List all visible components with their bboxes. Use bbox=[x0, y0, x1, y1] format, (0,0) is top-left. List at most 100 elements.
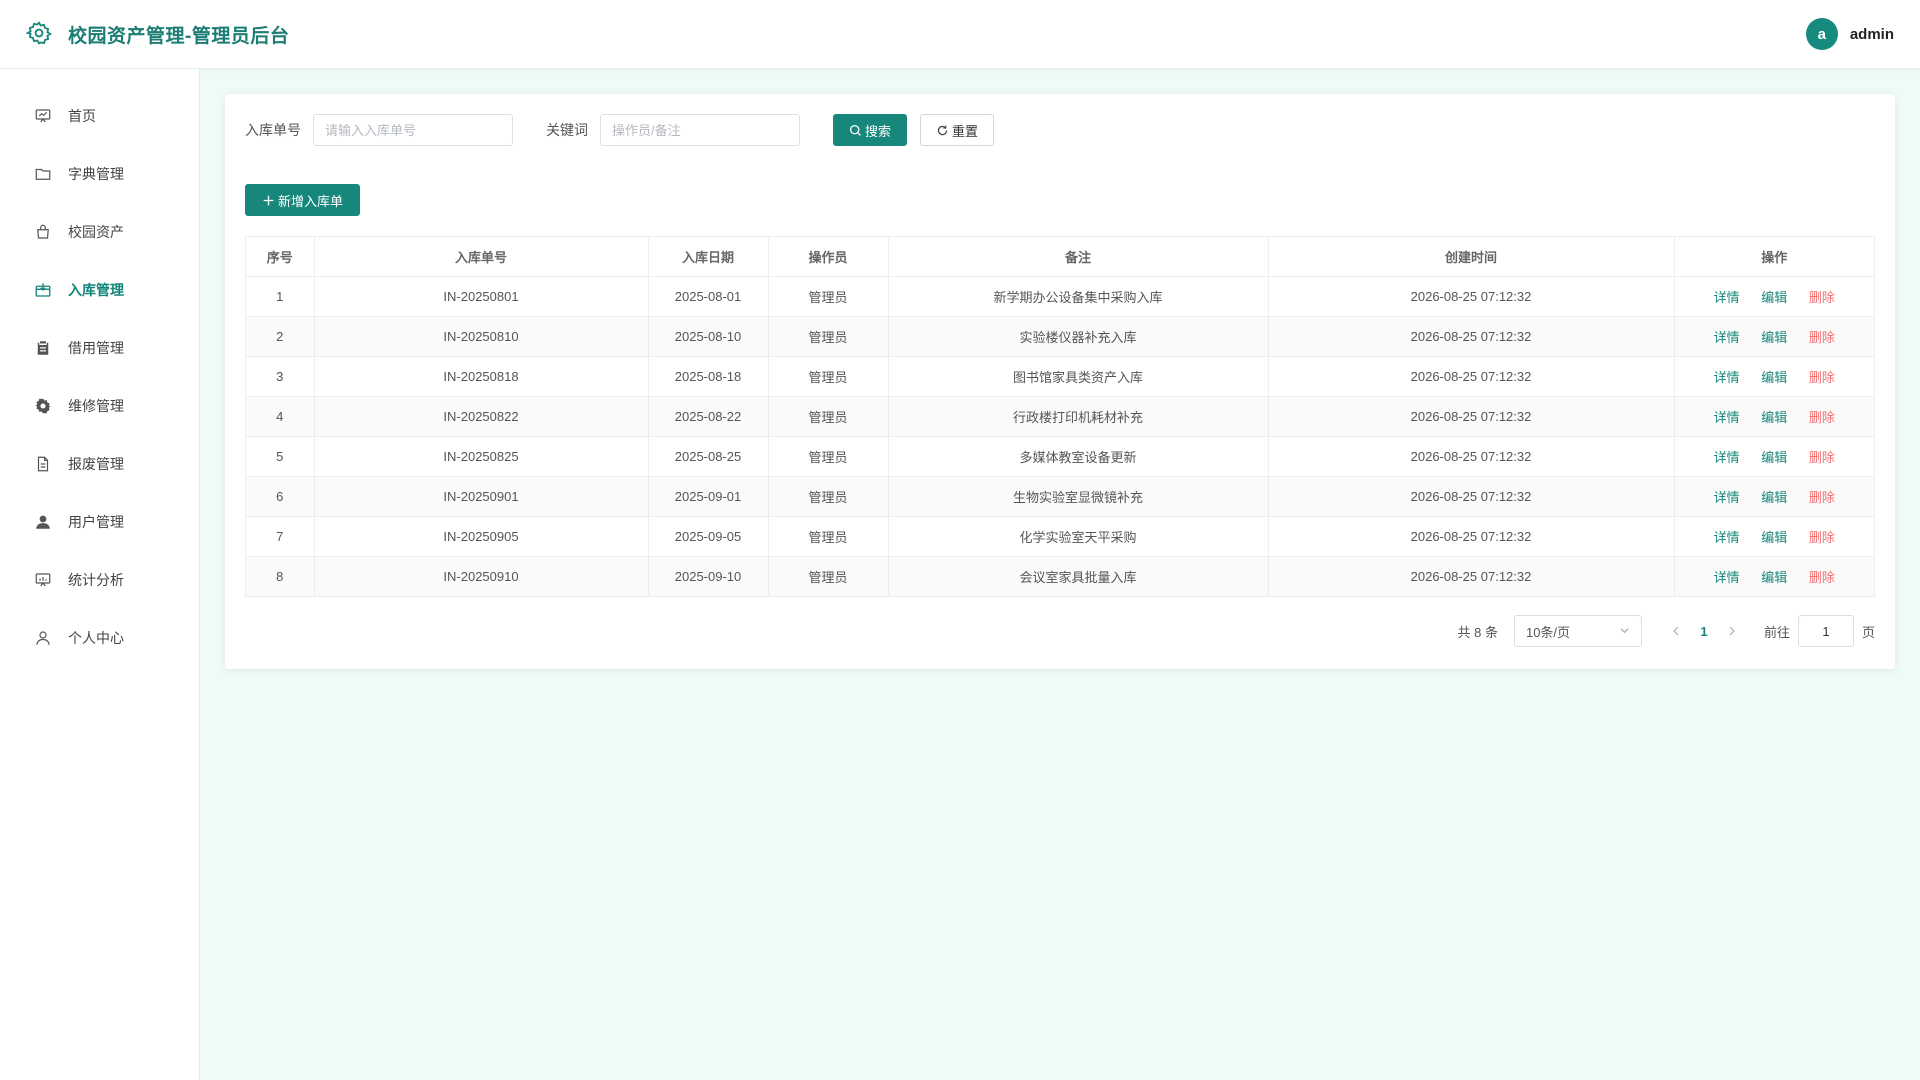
detail-link[interactable]: 详情 bbox=[1714, 330, 1740, 345]
cell-actions: 详情 编辑 删除 bbox=[1674, 396, 1874, 437]
cell-order-number: IN-20250901 bbox=[314, 476, 649, 517]
cell-index: 7 bbox=[246, 516, 315, 557]
cell-order-number: IN-20250905 bbox=[314, 516, 649, 557]
edit-link[interactable]: 编辑 bbox=[1761, 370, 1787, 385]
search-button[interactable]: 搜索 bbox=[833, 114, 908, 146]
table-row: 6 IN-20250901 2025-09-01 管理员 生物实验室显微镜补充 … bbox=[246, 476, 1874, 517]
cell-created-time: 2026-08-25 07:12:32 bbox=[1268, 396, 1675, 437]
sidebar-item-users[interactable]: 用户管理 bbox=[0, 493, 199, 551]
sidebar-item-assets[interactable]: 校园资产 bbox=[0, 203, 199, 261]
sidebar-item-borrow[interactable]: 借用管理 bbox=[0, 319, 199, 377]
detail-link[interactable]: 详情 bbox=[1714, 490, 1740, 505]
keyword-input[interactable] bbox=[600, 114, 800, 146]
detail-link[interactable]: 详情 bbox=[1714, 530, 1740, 545]
cell-order-number: IN-20250910 bbox=[314, 556, 649, 596]
refresh-icon bbox=[937, 125, 948, 135]
delete-link[interactable]: 删除 bbox=[1809, 490, 1835, 505]
sidebar-item-home[interactable]: 首页 bbox=[0, 87, 199, 145]
add-inbound-button[interactable]: 新增入库单 bbox=[245, 184, 361, 216]
edit-link[interactable]: 编辑 bbox=[1761, 410, 1787, 425]
sidebar-item-profile[interactable]: 个人中心 bbox=[0, 609, 199, 667]
keyword-label: 关键词 bbox=[546, 122, 588, 138]
column-header-created-time: 创建时间 bbox=[1268, 237, 1675, 277]
sidebar-item-label: 借用管理 bbox=[68, 340, 124, 356]
sidebar-item-scrap[interactable]: 报废管理 bbox=[0, 435, 199, 493]
pagination-total: 共 8 条 bbox=[1457, 624, 1498, 640]
delete-link[interactable]: 删除 bbox=[1809, 530, 1835, 545]
next-page-button[interactable] bbox=[1720, 626, 1744, 636]
cell-actions: 详情 编辑 删除 bbox=[1674, 516, 1874, 557]
delete-link[interactable]: 删除 bbox=[1809, 570, 1835, 585]
sidebar-item-label: 个人中心 bbox=[68, 630, 124, 646]
cell-date: 2025-08-25 bbox=[648, 436, 769, 477]
edit-link[interactable]: 编辑 bbox=[1761, 450, 1787, 465]
table-row: 1 IN-20250801 2025-08-01 管理员 新学期办公设备集中采购… bbox=[246, 276, 1874, 317]
cell-operator: 管理员 bbox=[768, 276, 889, 317]
column-header-date: 入库日期 bbox=[648, 237, 769, 277]
cell-actions: 详情 编辑 删除 bbox=[1674, 476, 1874, 517]
chevron-left-icon bbox=[1672, 626, 1679, 636]
delete-link[interactable]: 删除 bbox=[1809, 410, 1835, 425]
top-header: 校园资产管理-管理员后台 a admin bbox=[0, 0, 1920, 69]
detail-link[interactable]: 详情 bbox=[1714, 570, 1740, 585]
app-title: 校园资产管理-管理员后台 bbox=[68, 25, 290, 47]
sidebar-item-statistics[interactable]: 统计分析 bbox=[0, 551, 199, 609]
cell-actions: 详情 编辑 删除 bbox=[1674, 316, 1874, 357]
chevron-right-icon bbox=[1729, 626, 1735, 636]
sidebar-item-dictionary[interactable]: 字典管理 bbox=[0, 145, 199, 203]
cell-operator: 管理员 bbox=[768, 356, 889, 397]
cell-operator: 管理员 bbox=[768, 556, 889, 596]
goto-page-input[interactable] bbox=[1797, 615, 1854, 647]
sidebar-item-repair[interactable]: 维修管理 bbox=[0, 377, 199, 435]
cell-date: 2025-09-10 bbox=[648, 556, 769, 596]
sidebar-item-inbound[interactable]: 入库管理 bbox=[0, 261, 199, 319]
delete-link[interactable]: 删除 bbox=[1809, 290, 1835, 305]
cell-operator: 管理员 bbox=[768, 396, 889, 437]
detail-link[interactable]: 详情 bbox=[1714, 290, 1740, 305]
delete-link[interactable]: 删除 bbox=[1809, 330, 1835, 345]
column-header-operator: 操作员 bbox=[768, 237, 889, 277]
cell-remark: 图书馆家具类资产入库 bbox=[888, 356, 1269, 397]
user-menu[interactable]: a admin bbox=[1805, 18, 1894, 50]
cell-actions: 详情 编辑 删除 bbox=[1674, 356, 1874, 397]
add-inbound-button-label: 新增入库单 bbox=[278, 193, 344, 209]
delete-link[interactable]: 删除 bbox=[1809, 450, 1835, 465]
reset-button[interactable]: 重置 bbox=[920, 114, 995, 146]
cell-operator: 管理员 bbox=[768, 516, 889, 557]
detail-link[interactable]: 详情 bbox=[1714, 450, 1740, 465]
search-form: 入库单号 关键词 搜索 重置 bbox=[245, 114, 1875, 146]
folder-icon bbox=[34, 165, 52, 183]
cell-order-number: IN-20250818 bbox=[314, 356, 649, 397]
cell-actions: 详情 编辑 删除 bbox=[1674, 436, 1874, 477]
prev-page-button[interactable] bbox=[1664, 626, 1688, 636]
edit-link[interactable]: 编辑 bbox=[1761, 330, 1787, 345]
page-number-current[interactable]: 1 bbox=[1688, 624, 1720, 639]
sidebar-item-label: 首页 bbox=[68, 108, 96, 124]
edit-link[interactable]: 编辑 bbox=[1761, 290, 1787, 305]
column-header-index: 序号 bbox=[246, 237, 315, 277]
table-row: 8 IN-20250910 2025-09-10 管理员 会议室家具批量入库 2… bbox=[246, 556, 1874, 596]
delete-link[interactable]: 删除 bbox=[1809, 370, 1835, 385]
cell-index: 6 bbox=[246, 476, 315, 517]
edit-link[interactable]: 编辑 bbox=[1761, 570, 1787, 585]
page-size-value: 10条/页 bbox=[1525, 624, 1571, 640]
cell-created-time: 2026-08-25 07:12:32 bbox=[1268, 316, 1675, 357]
cell-order-number: IN-20250810 bbox=[314, 316, 649, 357]
column-header-order-number: 入库单号 bbox=[314, 237, 649, 277]
inbound-table: 序号 入库单号 入库日期 操作员 备注 创建时间 操作 1 IN-2025080… bbox=[245, 236, 1875, 597]
edit-link[interactable]: 编辑 bbox=[1761, 530, 1787, 545]
cell-index: 5 bbox=[246, 436, 315, 477]
sidebar: 首页 字典管理 校园资产 入库管理 借用管理 维修管理 报废管理 用户管理 统计… bbox=[0, 69, 200, 1080]
table-row: 4 IN-20250822 2025-08-22 管理员 行政楼打印机耗材补充 … bbox=[246, 396, 1874, 437]
detail-link[interactable]: 详情 bbox=[1714, 410, 1740, 425]
page-size-select[interactable]: 10条/页 bbox=[1513, 615, 1642, 647]
sidebar-item-label: 用户管理 bbox=[68, 514, 124, 530]
cell-remark: 多媒体教室设备更新 bbox=[888, 436, 1269, 477]
document-icon bbox=[34, 455, 52, 473]
avatar[interactable]: a bbox=[1805, 18, 1838, 50]
username[interactable]: admin bbox=[1850, 26, 1894, 43]
detail-link[interactable]: 详情 bbox=[1714, 370, 1740, 385]
order-number-input[interactable] bbox=[313, 114, 513, 146]
edit-link[interactable]: 编辑 bbox=[1761, 490, 1787, 505]
cell-created-time: 2026-08-25 07:12:32 bbox=[1268, 516, 1675, 557]
